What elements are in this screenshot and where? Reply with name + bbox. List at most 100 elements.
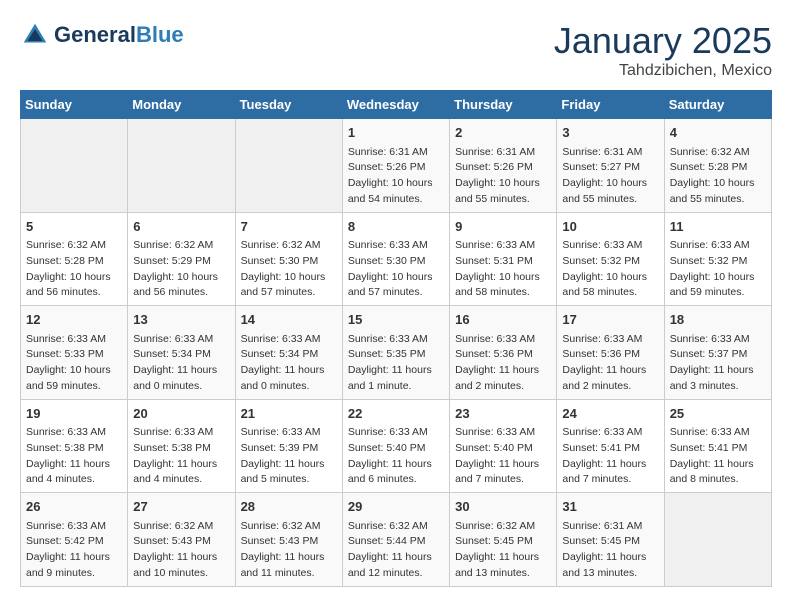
calendar-cell: 13Sunrise: 6:33 AM Sunset: 5:34 PM Dayli… (128, 306, 235, 400)
weekday-header-friday: Friday (557, 91, 664, 119)
cell-info: Sunrise: 6:33 AM Sunset: 5:30 PM Dayligh… (348, 238, 444, 301)
calendar-cell: 16Sunrise: 6:33 AM Sunset: 5:36 PM Dayli… (450, 306, 557, 400)
calendar-cell: 28Sunrise: 6:32 AM Sunset: 5:43 PM Dayli… (235, 493, 342, 587)
day-number: 1 (348, 123, 444, 143)
logo: GeneralBlue (20, 20, 184, 50)
calendar-cell: 4Sunrise: 6:32 AM Sunset: 5:28 PM Daylig… (664, 119, 771, 213)
day-number: 19 (26, 404, 122, 424)
cell-info: Sunrise: 6:31 AM Sunset: 5:45 PM Dayligh… (562, 519, 658, 582)
cell-info: Sunrise: 6:33 AM Sunset: 5:42 PM Dayligh… (26, 519, 122, 582)
cell-info: Sunrise: 6:32 AM Sunset: 5:43 PM Dayligh… (133, 519, 229, 582)
calendar-cell: 27Sunrise: 6:32 AM Sunset: 5:43 PM Dayli… (128, 493, 235, 587)
day-number: 3 (562, 123, 658, 143)
day-number: 10 (562, 217, 658, 237)
weekday-header-tuesday: Tuesday (235, 91, 342, 119)
weekday-header-monday: Monday (128, 91, 235, 119)
cell-info: Sunrise: 6:32 AM Sunset: 5:44 PM Dayligh… (348, 519, 444, 582)
day-number: 8 (348, 217, 444, 237)
day-number: 20 (133, 404, 229, 424)
calendar-cell (235, 119, 342, 213)
cell-info: Sunrise: 6:33 AM Sunset: 5:32 PM Dayligh… (562, 238, 658, 301)
day-number: 2 (455, 123, 551, 143)
calendar-cell: 6Sunrise: 6:32 AM Sunset: 5:29 PM Daylig… (128, 212, 235, 306)
day-number: 5 (26, 217, 122, 237)
calendar-header-row: SundayMondayTuesdayWednesdayThursdayFrid… (21, 91, 772, 119)
day-number: 13 (133, 310, 229, 330)
calendar-cell (664, 493, 771, 587)
cell-info: Sunrise: 6:33 AM Sunset: 5:34 PM Dayligh… (133, 332, 229, 395)
day-number: 14 (241, 310, 337, 330)
cell-info: Sunrise: 6:32 AM Sunset: 5:45 PM Dayligh… (455, 519, 551, 582)
cell-info: Sunrise: 6:31 AM Sunset: 5:26 PM Dayligh… (455, 145, 551, 208)
day-number: 16 (455, 310, 551, 330)
weekday-header-saturday: Saturday (664, 91, 771, 119)
calendar-cell: 24Sunrise: 6:33 AM Sunset: 5:41 PM Dayli… (557, 399, 664, 493)
day-number: 9 (455, 217, 551, 237)
page-header: GeneralBlue January 2025 Tahdzibichen, M… (20, 20, 772, 80)
cell-info: Sunrise: 6:33 AM Sunset: 5:31 PM Dayligh… (455, 238, 551, 301)
cell-info: Sunrise: 6:33 AM Sunset: 5:32 PM Dayligh… (670, 238, 766, 301)
cell-info: Sunrise: 6:32 AM Sunset: 5:28 PM Dayligh… (670, 145, 766, 208)
cell-info: Sunrise: 6:33 AM Sunset: 5:36 PM Dayligh… (455, 332, 551, 395)
day-number: 12 (26, 310, 122, 330)
cell-info: Sunrise: 6:32 AM Sunset: 5:28 PM Dayligh… (26, 238, 122, 301)
day-number: 6 (133, 217, 229, 237)
cell-info: Sunrise: 6:33 AM Sunset: 5:41 PM Dayligh… (670, 425, 766, 488)
calendar-week-1: 1Sunrise: 6:31 AM Sunset: 5:26 PM Daylig… (21, 119, 772, 213)
day-number: 25 (670, 404, 766, 424)
cell-info: Sunrise: 6:32 AM Sunset: 5:30 PM Dayligh… (241, 238, 337, 301)
calendar-week-2: 5Sunrise: 6:32 AM Sunset: 5:28 PM Daylig… (21, 212, 772, 306)
calendar-cell: 3Sunrise: 6:31 AM Sunset: 5:27 PM Daylig… (557, 119, 664, 213)
calendar-cell: 15Sunrise: 6:33 AM Sunset: 5:35 PM Dayli… (342, 306, 449, 400)
calendar-cell: 2Sunrise: 6:31 AM Sunset: 5:26 PM Daylig… (450, 119, 557, 213)
cell-info: Sunrise: 6:33 AM Sunset: 5:36 PM Dayligh… (562, 332, 658, 395)
calendar-cell: 18Sunrise: 6:33 AM Sunset: 5:37 PM Dayli… (664, 306, 771, 400)
calendar-cell: 1Sunrise: 6:31 AM Sunset: 5:26 PM Daylig… (342, 119, 449, 213)
calendar-table: SundayMondayTuesdayWednesdayThursdayFrid… (20, 90, 772, 587)
cell-info: Sunrise: 6:31 AM Sunset: 5:27 PM Dayligh… (562, 145, 658, 208)
cell-info: Sunrise: 6:33 AM Sunset: 5:41 PM Dayligh… (562, 425, 658, 488)
calendar-cell: 8Sunrise: 6:33 AM Sunset: 5:30 PM Daylig… (342, 212, 449, 306)
day-number: 24 (562, 404, 658, 424)
cell-info: Sunrise: 6:32 AM Sunset: 5:43 PM Dayligh… (241, 519, 337, 582)
calendar-week-5: 26Sunrise: 6:33 AM Sunset: 5:42 PM Dayli… (21, 493, 772, 587)
calendar-cell: 23Sunrise: 6:33 AM Sunset: 5:40 PM Dayli… (450, 399, 557, 493)
cell-info: Sunrise: 6:33 AM Sunset: 5:37 PM Dayligh… (670, 332, 766, 395)
day-number: 7 (241, 217, 337, 237)
location-title: Tahdzibichen, Mexico (554, 62, 772, 80)
calendar-cell: 20Sunrise: 6:33 AM Sunset: 5:38 PM Dayli… (128, 399, 235, 493)
cell-info: Sunrise: 6:32 AM Sunset: 5:29 PM Dayligh… (133, 238, 229, 301)
calendar-cell: 26Sunrise: 6:33 AM Sunset: 5:42 PM Dayli… (21, 493, 128, 587)
day-number: 18 (670, 310, 766, 330)
calendar-cell: 19Sunrise: 6:33 AM Sunset: 5:38 PM Dayli… (21, 399, 128, 493)
calendar-cell: 17Sunrise: 6:33 AM Sunset: 5:36 PM Dayli… (557, 306, 664, 400)
calendar-cell (128, 119, 235, 213)
cell-info: Sunrise: 6:33 AM Sunset: 5:38 PM Dayligh… (26, 425, 122, 488)
day-number: 11 (670, 217, 766, 237)
calendar-cell: 7Sunrise: 6:32 AM Sunset: 5:30 PM Daylig… (235, 212, 342, 306)
day-number: 17 (562, 310, 658, 330)
cell-info: Sunrise: 6:33 AM Sunset: 5:33 PM Dayligh… (26, 332, 122, 395)
day-number: 29 (348, 497, 444, 517)
day-number: 30 (455, 497, 551, 517)
cell-info: Sunrise: 6:33 AM Sunset: 5:38 PM Dayligh… (133, 425, 229, 488)
calendar-week-4: 19Sunrise: 6:33 AM Sunset: 5:38 PM Dayli… (21, 399, 772, 493)
day-number: 31 (562, 497, 658, 517)
calendar-week-3: 12Sunrise: 6:33 AM Sunset: 5:33 PM Dayli… (21, 306, 772, 400)
calendar-cell: 9Sunrise: 6:33 AM Sunset: 5:31 PM Daylig… (450, 212, 557, 306)
calendar-cell: 12Sunrise: 6:33 AM Sunset: 5:33 PM Dayli… (21, 306, 128, 400)
day-number: 27 (133, 497, 229, 517)
calendar-cell: 10Sunrise: 6:33 AM Sunset: 5:32 PM Dayli… (557, 212, 664, 306)
weekday-header-thursday: Thursday (450, 91, 557, 119)
cell-info: Sunrise: 6:31 AM Sunset: 5:26 PM Dayligh… (348, 145, 444, 208)
day-number: 23 (455, 404, 551, 424)
cell-info: Sunrise: 6:33 AM Sunset: 5:39 PM Dayligh… (241, 425, 337, 488)
calendar-cell: 14Sunrise: 6:33 AM Sunset: 5:34 PM Dayli… (235, 306, 342, 400)
calendar-cell: 30Sunrise: 6:32 AM Sunset: 5:45 PM Dayli… (450, 493, 557, 587)
day-number: 15 (348, 310, 444, 330)
day-number: 28 (241, 497, 337, 517)
cell-info: Sunrise: 6:33 AM Sunset: 5:40 PM Dayligh… (455, 425, 551, 488)
cell-info: Sunrise: 6:33 AM Sunset: 5:40 PM Dayligh… (348, 425, 444, 488)
calendar-cell: 29Sunrise: 6:32 AM Sunset: 5:44 PM Dayli… (342, 493, 449, 587)
month-title: January 2025 (554, 20, 772, 62)
